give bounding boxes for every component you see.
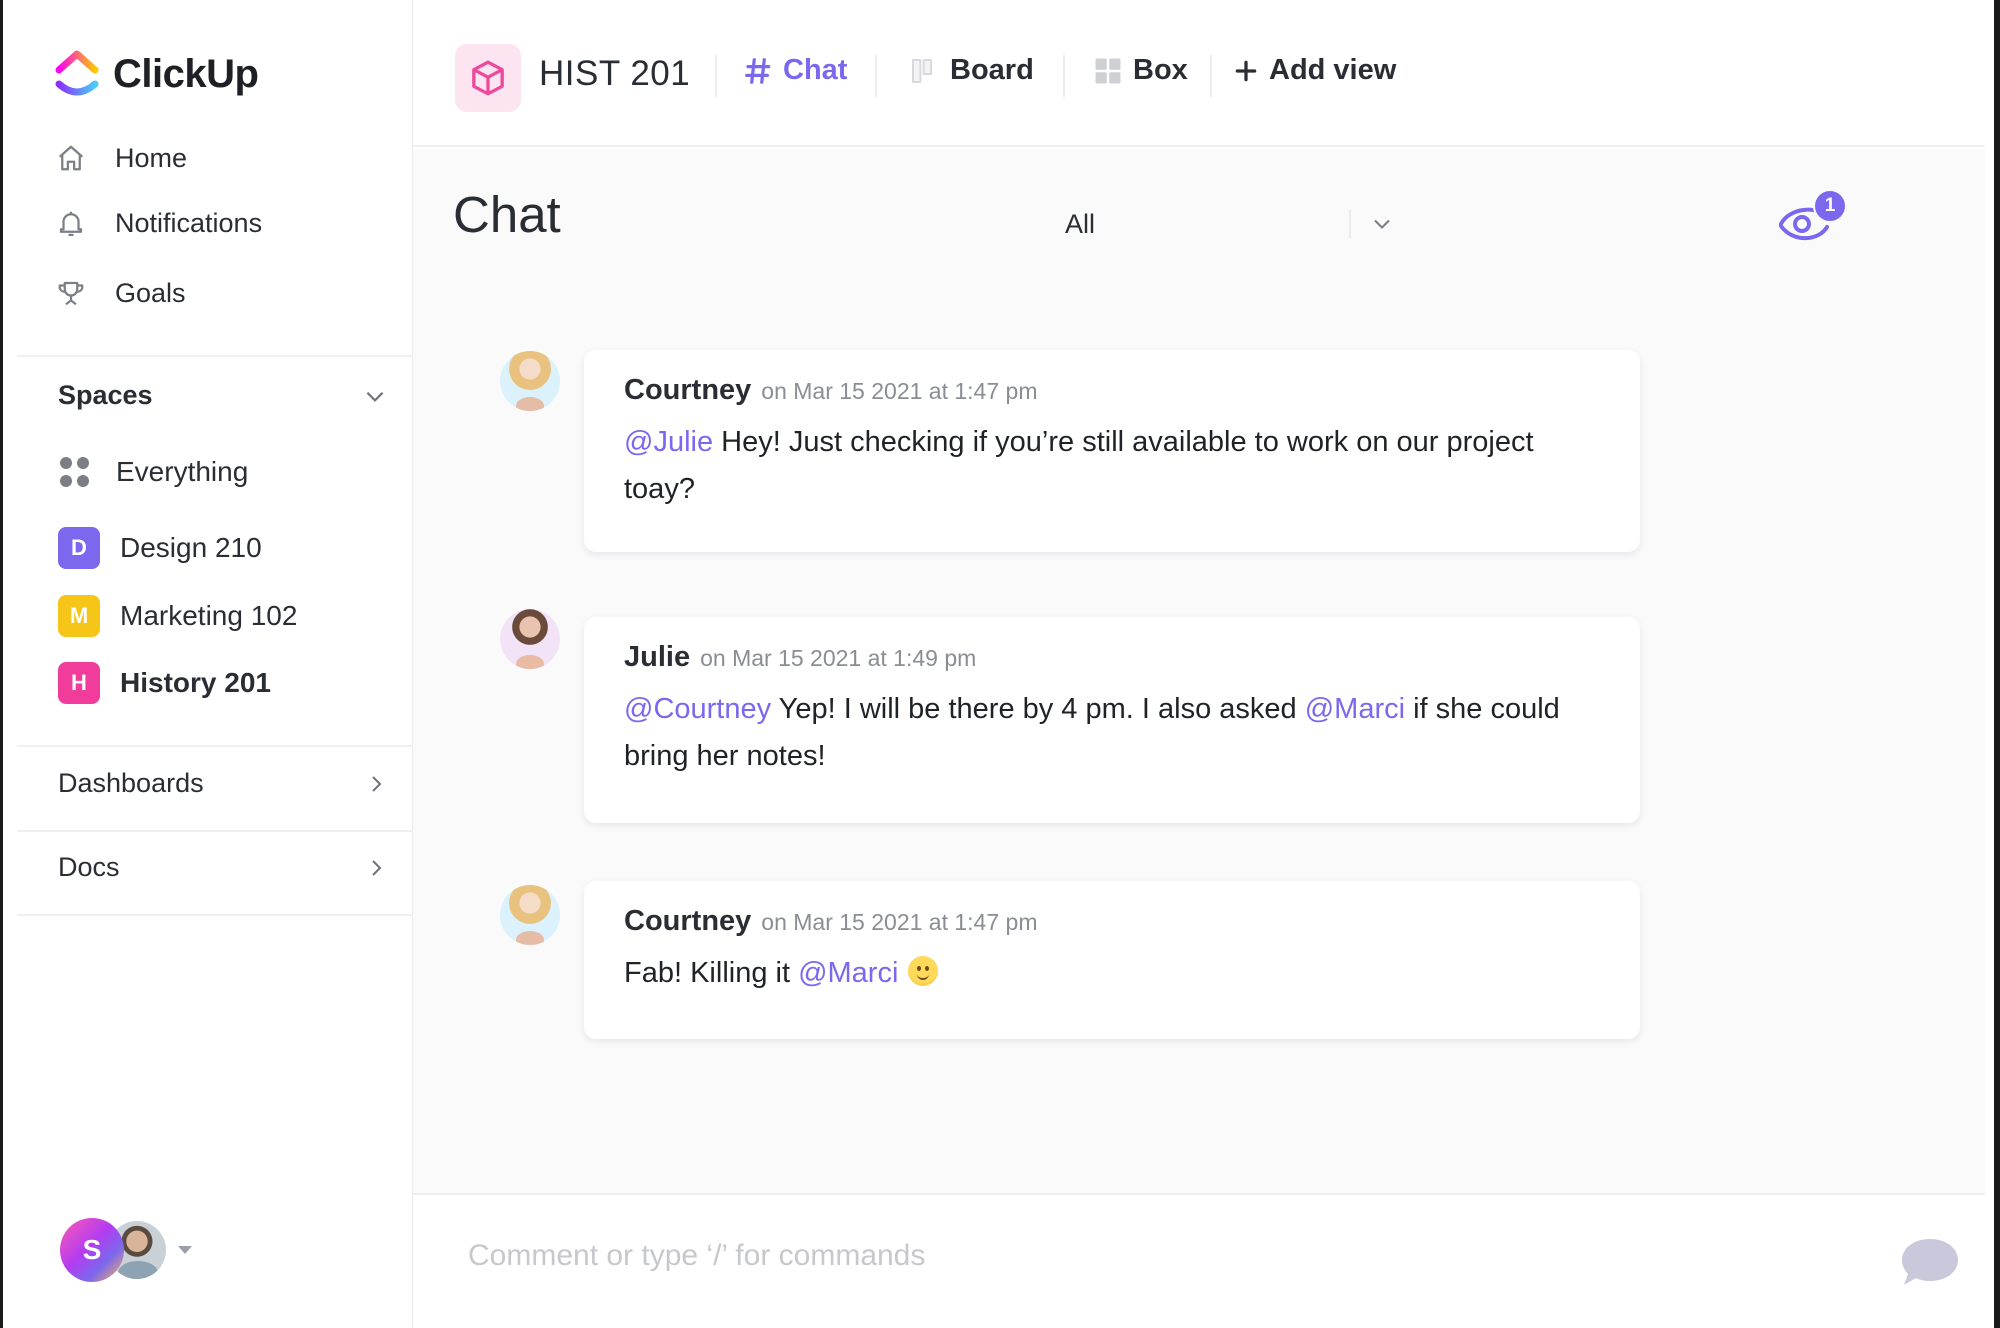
hash-icon xyxy=(743,56,773,86)
filter-separator xyxy=(1349,210,1351,238)
mention-link[interactable]: @Julie xyxy=(624,426,713,458)
chat-panel: Chat All 1 Courtney on Mar 15 2021 at 1:… xyxy=(413,149,1985,1193)
message-body: @Julie Hey! Just checking if you’re stil… xyxy=(624,419,1600,513)
filter-selected-value: All xyxy=(1065,208,1096,239)
add-view-button[interactable]: Add view xyxy=(1233,54,1396,87)
smiley-emoji-icon xyxy=(908,956,939,986)
space-badge-h: H xyxy=(58,662,100,704)
grid-dots-icon xyxy=(60,457,90,487)
header-separator xyxy=(1210,55,1212,97)
tab-label: Board xyxy=(950,54,1034,86)
space-badge-m: M xyxy=(58,595,100,637)
sidebar-divider xyxy=(17,745,413,747)
message-author[interactable]: Julie xyxy=(624,641,690,674)
header: HIST 201 Chat Board Box Add view xyxy=(413,0,1985,147)
tab-chat[interactable]: Chat xyxy=(743,54,847,87)
message-timestamp: on Mar 15 2021 at 1:47 pm xyxy=(761,378,1038,404)
message-timestamp: on Mar 15 2021 at 1:49 pm xyxy=(700,645,977,671)
spaces-label: Spaces xyxy=(58,380,153,410)
message-filter-select[interactable]: All xyxy=(1063,204,1763,244)
box-grid-icon xyxy=(1093,56,1123,86)
bell-icon xyxy=(55,207,87,239)
comment-composer xyxy=(413,1193,1985,1320)
nav-notifications[interactable]: Notifications xyxy=(55,207,262,239)
cube-icon xyxy=(472,60,504,96)
watchers-button[interactable]: 1 xyxy=(1777,189,1847,249)
nav-notifications-label: Notifications xyxy=(115,207,263,238)
watchers-count-badge: 1 xyxy=(1813,189,1847,223)
chevron-right-icon xyxy=(372,775,382,792)
sidebar-item-docs[interactable]: Docs xyxy=(58,852,388,883)
header-separator xyxy=(875,55,877,97)
header-separator xyxy=(715,55,717,97)
sidebar-item-label: Docs xyxy=(58,852,120,882)
author-avatar[interactable] xyxy=(500,885,560,945)
mention-link[interactable]: @Courtney xyxy=(624,693,771,725)
home-icon xyxy=(55,142,87,174)
tab-box[interactable]: Box xyxy=(1093,54,1188,87)
comment-input[interactable] xyxy=(468,1231,1768,1281)
nav-goals-label: Goals xyxy=(115,277,186,308)
tab-label: Box xyxy=(1133,54,1188,86)
sidebar-item-history-201[interactable]: H History 201 xyxy=(58,662,271,704)
space-badge-d: D xyxy=(58,527,100,569)
message-text: Hey! Just checking if you’re still avail… xyxy=(624,426,1534,505)
message-body: @Courtney Yep! I will be there by 4 pm. … xyxy=(624,686,1600,780)
spaces-header[interactable]: Spaces xyxy=(58,380,388,411)
message-author[interactable]: Courtney xyxy=(624,905,751,938)
nav-home-label: Home xyxy=(115,142,188,173)
message-card: Julie on Mar 15 2021 at 1:49 pm @Courtne… xyxy=(584,617,1640,823)
chevron-down-icon[interactable] xyxy=(362,383,388,409)
clickup-logo[interactable]: ClickUp xyxy=(55,48,259,100)
sidebar-item-label: Everything xyxy=(116,456,249,487)
message-body: Fab! Killing it @Marci xyxy=(624,950,1600,997)
space-icon xyxy=(455,44,521,112)
sidebar-item-everything[interactable]: Everything xyxy=(58,456,248,488)
sidebar: ClickUp Home Notifications Goals Spaces … xyxy=(3,0,413,1328)
tab-label: Chat xyxy=(783,54,848,86)
user-menu[interactable]: S xyxy=(60,1218,192,1282)
message-timestamp: on Mar 15 2021 at 1:47 pm xyxy=(761,909,1038,935)
clickup-logo-icon xyxy=(55,50,99,96)
sidebar-item-label: Marketing 102 xyxy=(120,600,298,631)
author-avatar[interactable] xyxy=(500,609,560,669)
message-author[interactable]: Courtney xyxy=(624,374,751,407)
nav-goals[interactable]: Goals xyxy=(55,277,186,309)
brand-name: ClickUp xyxy=(113,51,259,96)
sidebar-divider xyxy=(17,355,413,357)
author-avatar[interactable] xyxy=(500,351,560,411)
tab-board[interactable]: Board xyxy=(908,54,1034,87)
trophy-icon xyxy=(55,277,87,309)
board-icon xyxy=(908,55,940,87)
add-view-label: Add view xyxy=(1269,54,1397,86)
sidebar-item-design-210[interactable]: D Design 210 xyxy=(58,527,262,569)
sidebar-item-marketing-102[interactable]: M Marketing 102 xyxy=(58,595,297,637)
mention-link[interactable]: @Marci xyxy=(1305,693,1405,725)
sidebar-item-label: Design 210 xyxy=(120,532,262,563)
chevron-down-icon[interactable] xyxy=(1368,210,1396,238)
space-title: HIST 201 xyxy=(539,54,691,93)
message-card: Courtney on Mar 15 2021 at 1:47 pm Fab! … xyxy=(584,881,1640,1039)
header-separator xyxy=(1063,55,1065,97)
sidebar-item-dashboards[interactable]: Dashboards xyxy=(58,768,388,799)
sidebar-item-label: Dashboards xyxy=(58,768,204,798)
nav-home[interactable]: Home xyxy=(55,142,187,174)
message-text: Fab! Killing it xyxy=(624,957,799,989)
message-card: Courtney on Mar 15 2021 at 1:47 pm @Juli… xyxy=(584,350,1640,552)
workspace-avatar: S xyxy=(60,1218,124,1282)
plus-icon xyxy=(1233,58,1259,84)
message-text: Yep! I will be there by 4 pm. I also ask… xyxy=(771,693,1305,725)
sidebar-divider xyxy=(17,830,413,832)
chevron-right-icon xyxy=(372,859,382,876)
mention-link[interactable]: @Marci xyxy=(798,957,898,989)
sidebar-divider xyxy=(17,914,413,916)
sidebar-item-label: History 201 xyxy=(120,667,271,698)
page-title: Chat xyxy=(453,186,561,243)
chat-bubble-icon[interactable] xyxy=(1898,1235,1962,1289)
caret-down-icon xyxy=(178,1246,192,1254)
